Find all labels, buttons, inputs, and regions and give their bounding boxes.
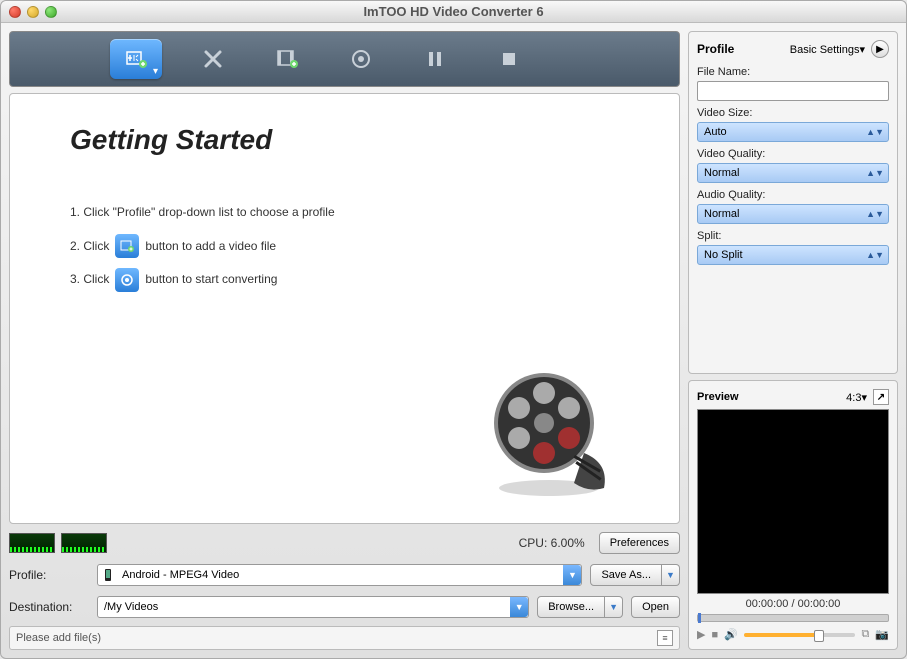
open-button[interactable]: Open [631, 596, 680, 618]
app-window: ImTOO HD Video Converter 6 [0, 0, 907, 659]
cpu-meter-1 [9, 533, 55, 553]
file-name-label: File Name: [697, 66, 889, 78]
time-display: 00:00:00 / 00:00:00 [697, 598, 889, 610]
titlebar: ImTOO HD Video Converter 6 [1, 1, 906, 23]
split-label: Split: [697, 230, 889, 242]
list-view-icon[interactable]: ≡ [657, 630, 673, 646]
playback-slider[interactable] [697, 614, 889, 622]
profile-tab[interactable]: Profile [697, 42, 734, 56]
chevron-down-icon: ▼ [563, 565, 581, 585]
main-toolbar [9, 31, 680, 87]
cpu-meter-2 [61, 533, 107, 553]
record-button[interactable] [338, 39, 384, 79]
profile-row: Profile: Android - MPEG4 Video ▼ Save As… [9, 562, 680, 588]
film-reel-image [479, 363, 619, 503]
add-clip-button[interactable] [264, 39, 310, 79]
window-controls [9, 6, 57, 18]
speaker-icon[interactable]: 🔊 [724, 628, 738, 641]
browse-button[interactable]: Browse... [537, 596, 605, 618]
zoom-window-button[interactable] [45, 6, 57, 18]
preview-title: Preview [697, 391, 739, 403]
pause-button[interactable] [412, 39, 458, 79]
video-quality-label: Video Quality: [697, 148, 889, 160]
basic-settings-tab[interactable]: Basic Settings▾ [790, 43, 865, 56]
file-name-input[interactable] [697, 81, 889, 101]
preview-panel: Preview 4:3▾ ↗ 00:00:00 / 00:00:00 ▶ ■ 🔊… [688, 380, 898, 650]
add-video-mini-icon [115, 234, 139, 258]
save-as-split-button: Save As... ▼ [590, 564, 680, 586]
expand-icon[interactable]: ↗ [873, 389, 889, 405]
stop-button[interactable] [486, 39, 532, 79]
profile-label: Profile: [9, 568, 89, 582]
destination-row: Destination: /My Videos ▼ Browse... ▼ Op… [9, 594, 680, 620]
snapshot-icon[interactable]: 📷 [875, 628, 889, 641]
split-select[interactable]: No Split▲▼ [697, 245, 889, 265]
cpu-label: CPU: 6.00% [519, 536, 585, 550]
step-3: 3. Click button to start converting [70, 263, 619, 297]
close-window-button[interactable] [9, 6, 21, 18]
preferences-button[interactable]: Preferences [599, 532, 680, 554]
video-size-select[interactable]: Auto▲▼ [697, 122, 889, 142]
preview-video [697, 409, 889, 594]
play-icon[interactable]: ▶ [697, 628, 705, 641]
screens-icon[interactable]: ⧉ [861, 628, 869, 641]
status-bar: Please add file(s) ≡ [9, 626, 680, 650]
video-size-label: Video Size: [697, 107, 889, 119]
next-panel-button[interactable]: ▶ [871, 40, 889, 58]
save-as-dropdown[interactable]: ▼ [662, 564, 680, 586]
step-1: 1. Click "Profile" drop-down list to cho… [70, 196, 619, 230]
getting-started-heading: Getting Started [70, 124, 619, 156]
destination-combo[interactable]: /My Videos ▼ [97, 596, 529, 618]
audio-quality-select[interactable]: Normal▲▼ [697, 204, 889, 224]
cpu-row: CPU: 6.00% Preferences [9, 530, 680, 556]
aspect-ratio-select[interactable]: 4:3▾ [846, 391, 867, 404]
convert-mini-icon [115, 268, 139, 292]
chevron-down-icon: ▼ [510, 597, 528, 617]
steps-list: 1. Click "Profile" drop-down list to cho… [70, 196, 619, 297]
content-area: Getting Started 1. Click "Profile" drop-… [9, 93, 680, 524]
minimize-window-button[interactable] [27, 6, 39, 18]
playback-controls: ▶ ■ 🔊 ⧉ 📷 [697, 628, 889, 641]
destination-label: Destination: [9, 600, 89, 614]
profile-panel-header: Profile Basic Settings▾ ▶ [697, 40, 889, 58]
window-title: ImTOO HD Video Converter 6 [1, 4, 906, 19]
volume-slider[interactable] [744, 633, 856, 637]
browse-dropdown[interactable]: ▼ [605, 596, 623, 618]
remove-button[interactable] [190, 39, 236, 79]
browse-split-button: Browse... ▼ [537, 596, 623, 618]
status-text: Please add file(s) [16, 632, 101, 644]
stop-playback-icon[interactable]: ■ [711, 629, 718, 641]
profile-combo[interactable]: Android - MPEG4 Video ▼ [97, 564, 582, 586]
video-quality-select[interactable]: Normal▲▼ [697, 163, 889, 183]
profile-panel: Profile Basic Settings▾ ▶ File Name: Vid… [688, 31, 898, 374]
step-2: 2. Click button to add a video file [70, 230, 619, 264]
add-media-button[interactable] [110, 39, 162, 79]
audio-quality-label: Audio Quality: [697, 189, 889, 201]
save-as-button[interactable]: Save As... [590, 564, 662, 586]
